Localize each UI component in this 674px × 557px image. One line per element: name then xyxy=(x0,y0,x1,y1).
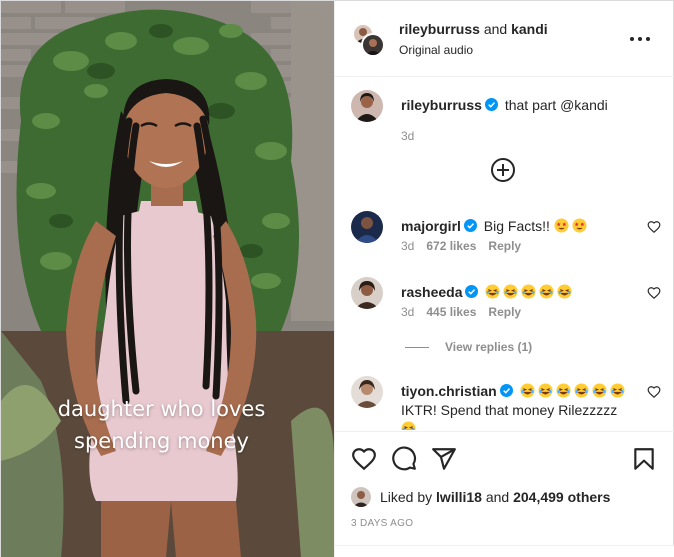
post-video[interactable]: daughter who loves spending money xyxy=(1,1,334,557)
avatar-rasheeda[interactable] xyxy=(351,277,383,309)
laughing-emoji-icon xyxy=(485,284,500,299)
reply-button[interactable]: Reply xyxy=(488,239,521,253)
avatar-rileyburruss[interactable] xyxy=(351,90,383,122)
comment-username[interactable]: rasheeda xyxy=(401,284,462,300)
comment-time: 3d xyxy=(401,305,415,319)
reply-button[interactable]: Reply xyxy=(488,305,521,319)
laughing-emoji-icon xyxy=(503,284,518,299)
verified-badge-icon xyxy=(463,219,477,232)
author-joiner: and xyxy=(479,21,512,37)
comment-icon[interactable] xyxy=(391,446,417,472)
laughing-emoji-icon xyxy=(574,383,589,398)
caption-time: 3d xyxy=(401,129,415,143)
replies-divider xyxy=(405,347,429,349)
video-caption-line-2: spending money xyxy=(74,429,249,453)
comment-heart-icon[interactable] xyxy=(647,385,661,399)
bookmark-icon[interactable] xyxy=(631,446,657,472)
post-header: rileyburruss and kandi Original audio xyxy=(335,1,674,77)
laughing-emoji-icon xyxy=(610,383,625,398)
verified-badge-icon xyxy=(465,285,479,298)
verified-badge-icon xyxy=(484,98,498,111)
comment-username[interactable]: majorgirl xyxy=(401,218,461,234)
video-frame xyxy=(1,1,334,557)
comment-likes[interactable]: 672 likes xyxy=(426,239,476,253)
laughing-emoji-icon xyxy=(521,284,536,299)
comment-item: rasheeda 3d 445 likes Reply xyxy=(351,277,661,321)
view-replies-button[interactable]: View replies (1) xyxy=(405,340,532,354)
comments-list[interactable]: rileyburruss that part @kandi 3d majorgi… xyxy=(335,78,674,430)
avatar-lwilli18[interactable] xyxy=(351,487,371,507)
avatar-kandi[interactable] xyxy=(361,33,385,57)
author-link[interactable]: rileyburruss xyxy=(399,21,480,37)
laughing-emoji-icon xyxy=(557,284,572,299)
avatar-majorgirl[interactable] xyxy=(351,211,383,243)
comment-likes[interactable]: 445 likes xyxy=(426,305,476,319)
video-caption-line-1: daughter who loves xyxy=(57,397,266,421)
post-action-bar xyxy=(335,431,674,481)
avatar-tiyon-christian[interactable] xyxy=(351,376,383,408)
caption-text: that part @kandi xyxy=(504,97,608,113)
star-struck-emoji-icon xyxy=(554,218,569,233)
liked-by-prefix: Liked by xyxy=(380,489,437,505)
comment-emojis xyxy=(485,284,575,300)
more-horizontal-icon xyxy=(630,37,634,41)
verified-badge-icon xyxy=(499,384,513,397)
laughing-emoji-icon xyxy=(592,383,607,398)
collab-avatars[interactable] xyxy=(352,23,385,57)
comment-text: IKTR! Spend that money Rilezzzzz xyxy=(401,402,618,418)
more-options-button[interactable] xyxy=(629,29,651,49)
comment-username[interactable]: tiyon.christian xyxy=(401,383,497,399)
caption-username[interactable]: rileyburruss xyxy=(401,97,482,113)
laughing-emoji-icon xyxy=(539,284,554,299)
post-date[interactable]: 3 DAYS AGO xyxy=(351,518,413,529)
liked-by-user[interactable]: lwilli18 xyxy=(436,489,482,505)
liked-by-row: Liked by lwilli18 and 204,499 others xyxy=(351,487,661,507)
comment-heart-icon[interactable] xyxy=(647,286,661,300)
comment-text: Big Facts!! xyxy=(483,218,550,234)
comment-box-edge xyxy=(335,545,674,557)
star-struck-emoji-icon xyxy=(572,218,587,233)
laughing-emoji-icon xyxy=(556,383,571,398)
view-replies-label: View replies (1) xyxy=(445,340,533,354)
comment-item: tiyon.christian IKTR! Spend that money R… xyxy=(351,376,661,430)
coauthor-link[interactable]: kandi xyxy=(511,21,548,37)
send-icon[interactable] xyxy=(431,446,457,472)
laughing-emoji-icon xyxy=(520,383,535,398)
likes-count[interactable]: 204,499 others xyxy=(513,489,610,505)
comment-time: 3d xyxy=(401,239,415,253)
laughing-emoji-icon xyxy=(538,383,553,398)
audio-link[interactable]: Original audio xyxy=(399,43,473,57)
comment-item: majorgirl Big Facts!! 3d 672 likes Reply xyxy=(351,211,661,255)
laughing-emoji-icon xyxy=(401,421,416,430)
heart-icon[interactable] xyxy=(351,446,377,472)
liked-by-joiner: and xyxy=(481,489,514,505)
comment-heart-icon[interactable] xyxy=(647,220,661,234)
post-side-panel: rileyburruss and kandi Original audio ri… xyxy=(334,1,674,557)
comment-emojis xyxy=(520,383,628,399)
load-more-comments-icon[interactable] xyxy=(490,157,516,183)
post-caption: rileyburruss that part @kandi 3d xyxy=(351,90,661,143)
post-authors: rileyburruss and kandi xyxy=(399,21,548,37)
post-dialog: daughter who loves spending money rileyb… xyxy=(0,0,674,557)
